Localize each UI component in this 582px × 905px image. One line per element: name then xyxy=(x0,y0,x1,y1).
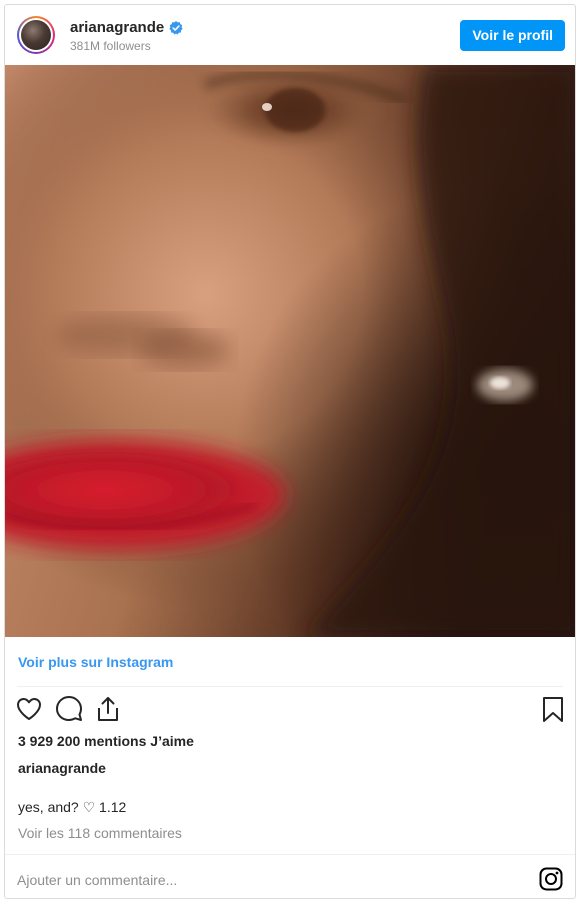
post-header: arianagrande 381M followers Voir le prof… xyxy=(5,5,575,65)
view-comments-link[interactable]: Voir les 118 commentaires xyxy=(18,825,182,841)
add-comment-input[interactable]: Ajouter un commentaire... xyxy=(17,872,177,888)
share-icon[interactable] xyxy=(94,695,122,723)
caption-username[interactable]: arianagrande xyxy=(18,760,106,776)
bookmark-icon[interactable] xyxy=(539,695,567,723)
comment-icon[interactable] xyxy=(55,695,83,723)
avatar[interactable] xyxy=(17,16,55,54)
view-profile-button[interactable]: Voir le profil xyxy=(460,20,565,51)
heart-icon[interactable] xyxy=(15,695,43,723)
avatar-image xyxy=(21,20,51,50)
caption-text: yes, and? ♡ 1.12 xyxy=(18,799,127,815)
followers-count: 381M followers xyxy=(70,39,151,53)
view-more-on-instagram-link[interactable]: Voir plus sur Instagram xyxy=(18,654,173,670)
instagram-embed-card: arianagrande 381M followers Voir le prof… xyxy=(4,4,576,899)
username[interactable]: arianagrande xyxy=(70,19,164,36)
likes-count[interactable]: 3 929 200 mentions J’aime xyxy=(18,733,194,749)
instagram-logo-icon[interactable] xyxy=(539,867,563,891)
divider xyxy=(5,854,575,855)
post-photo-image xyxy=(5,65,575,637)
verified-badge-icon xyxy=(169,20,183,35)
post-photo[interactable] xyxy=(5,65,575,637)
divider xyxy=(17,686,563,687)
